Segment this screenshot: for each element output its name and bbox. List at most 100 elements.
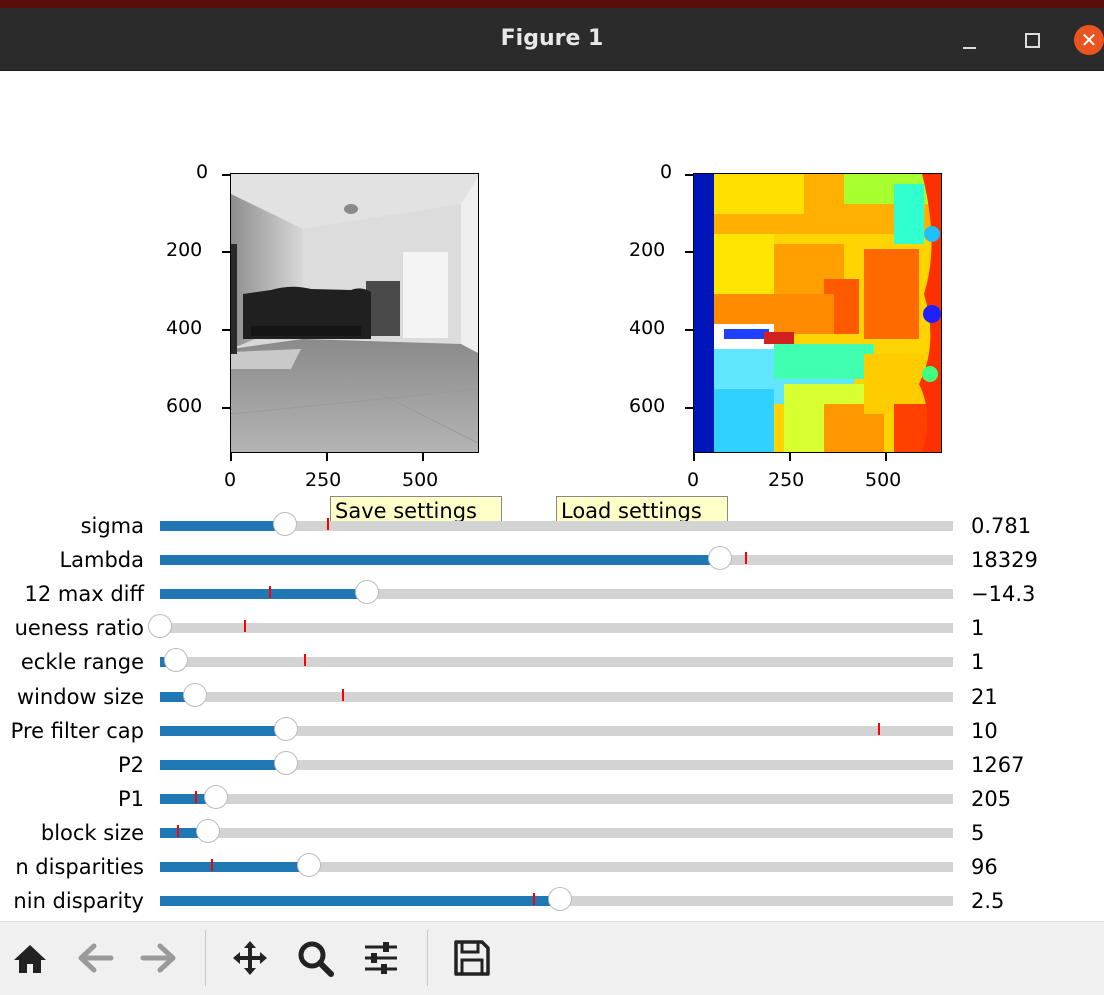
slider-initial-marker xyxy=(304,654,307,667)
slider-handle[interactable] xyxy=(182,682,207,707)
slider-value: −14.3 xyxy=(971,582,1036,607)
slider-handle[interactable] xyxy=(195,818,220,843)
slider-fill xyxy=(160,521,286,531)
y-tick-mark xyxy=(222,407,230,409)
slider-handle[interactable] xyxy=(163,648,188,673)
toolbar-separator xyxy=(427,930,428,986)
disparity-map-image xyxy=(693,173,942,453)
slider-fill xyxy=(160,725,287,736)
slider-value: 205 xyxy=(971,786,1012,811)
y-tick-label: 0 xyxy=(196,161,209,183)
slider-value: 18329 xyxy=(971,548,1038,573)
x-tick-label: 250 xyxy=(768,469,805,491)
slider-initial-marker xyxy=(745,552,748,565)
slider-row: ueness ratio 1 xyxy=(0,613,1104,643)
pan-button[interactable] xyxy=(230,938,270,978)
slider-value: 96 xyxy=(971,855,998,879)
slider-fill xyxy=(160,759,287,770)
configure-subplots-icon xyxy=(365,942,397,974)
slider-label: 12 max diff xyxy=(24,582,144,607)
slider-track[interactable] xyxy=(160,580,953,605)
x-tick-label: 0 xyxy=(687,469,700,491)
close-icon: ✕ xyxy=(1074,25,1104,55)
back-arrow-icon xyxy=(78,943,114,973)
y-tick-label: 400 xyxy=(166,317,203,339)
slider-handle[interactable] xyxy=(148,614,172,639)
y-tick-label: 200 xyxy=(629,239,666,261)
slider-track[interactable] xyxy=(160,784,953,809)
back-button[interactable] xyxy=(76,938,116,978)
slider-track[interactable] xyxy=(160,546,953,571)
slider-value: 2.5 xyxy=(971,889,1005,914)
configure-subplots-button[interactable] xyxy=(361,938,401,978)
pan-icon xyxy=(233,941,267,975)
slider-handle[interactable] xyxy=(273,512,298,536)
zoom-button[interactable] xyxy=(295,938,335,978)
close-button[interactable]: ✕ xyxy=(1074,25,1104,57)
slider-label: block size xyxy=(40,820,144,845)
slider-fill xyxy=(160,589,367,600)
slider-initial-marker xyxy=(327,518,330,530)
forward-arrow-icon xyxy=(140,943,176,973)
slider-handle[interactable] xyxy=(707,546,732,571)
y-tick-mark xyxy=(685,251,693,253)
x-tick-mark xyxy=(789,453,791,461)
desktop-strip xyxy=(0,0,1104,8)
slider-track[interactable] xyxy=(160,750,953,775)
y-tick-mark xyxy=(222,329,230,331)
slider-label: P1 xyxy=(117,786,144,811)
slider-row: n disparities 96 xyxy=(0,852,1104,882)
x-tick-label: 500 xyxy=(865,469,902,491)
slider-label: eckle range xyxy=(20,650,144,675)
slider-label: window size xyxy=(16,684,144,709)
forward-button[interactable] xyxy=(138,938,178,978)
slider-track[interactable] xyxy=(160,648,953,673)
window-titlebar: Figure 1 ✕ xyxy=(0,8,1104,71)
figure-canvas: 0 200 400 600 0 250 500 0 200 400 600 0 … xyxy=(0,71,1104,921)
navigation-toolbar xyxy=(0,921,1104,995)
slider-row: Pre filter cap 10 xyxy=(0,716,1104,746)
save-figure-button[interactable] xyxy=(452,938,492,978)
slider-value: 0.781 xyxy=(971,514,1032,538)
slider-handle[interactable] xyxy=(297,853,322,877)
slider-track[interactable] xyxy=(160,818,953,843)
slider-row: window size 21 xyxy=(0,682,1104,712)
x-tick-mark xyxy=(422,453,424,461)
slider-track[interactable] xyxy=(160,512,953,536)
slider-handle[interactable] xyxy=(354,580,379,605)
slider-initial-marker xyxy=(210,859,213,871)
slider-fill xyxy=(160,862,310,872)
slider-track[interactable] xyxy=(160,716,953,741)
slider-handle[interactable] xyxy=(274,716,299,741)
slider-handle[interactable] xyxy=(203,784,228,809)
y-tick-label: 600 xyxy=(629,395,666,417)
slider-initial-marker xyxy=(194,790,197,803)
slider-fill xyxy=(160,555,720,566)
slider-row: Lambda 18329 xyxy=(0,545,1104,575)
home-button[interactable] xyxy=(10,938,50,978)
slider-handle[interactable] xyxy=(547,887,572,912)
slider-track[interactable] xyxy=(160,853,953,877)
slider-value: 1 xyxy=(971,616,985,641)
y-tick-label: 0 xyxy=(660,161,673,183)
y-tick-mark xyxy=(222,251,230,253)
maximize-icon xyxy=(1025,33,1040,48)
slider-initial-marker xyxy=(341,688,344,701)
slider-track[interactable] xyxy=(160,887,953,912)
slider-label: Pre filter cap xyxy=(10,718,144,743)
slider-initial-marker xyxy=(877,722,880,735)
slider-track[interactable] xyxy=(160,682,953,707)
slider-row: nin disparity 2.5 xyxy=(0,886,1104,916)
minimize-button[interactable] xyxy=(954,25,986,57)
slider-handle[interactable] xyxy=(274,750,299,775)
x-tick-mark xyxy=(693,453,695,461)
slider-initial-marker xyxy=(177,824,180,837)
maximize-button[interactable] xyxy=(1016,25,1048,57)
slider-row: sigma 0.781 xyxy=(0,511,1104,541)
slider-row: 12 max diff −14.3 xyxy=(0,579,1104,609)
slider-track[interactable] xyxy=(148,614,953,639)
x-tick-mark xyxy=(326,453,328,461)
slider-label: Lambda xyxy=(59,548,144,573)
x-tick-label: 250 xyxy=(305,469,342,491)
toolbar-separator xyxy=(205,930,206,986)
